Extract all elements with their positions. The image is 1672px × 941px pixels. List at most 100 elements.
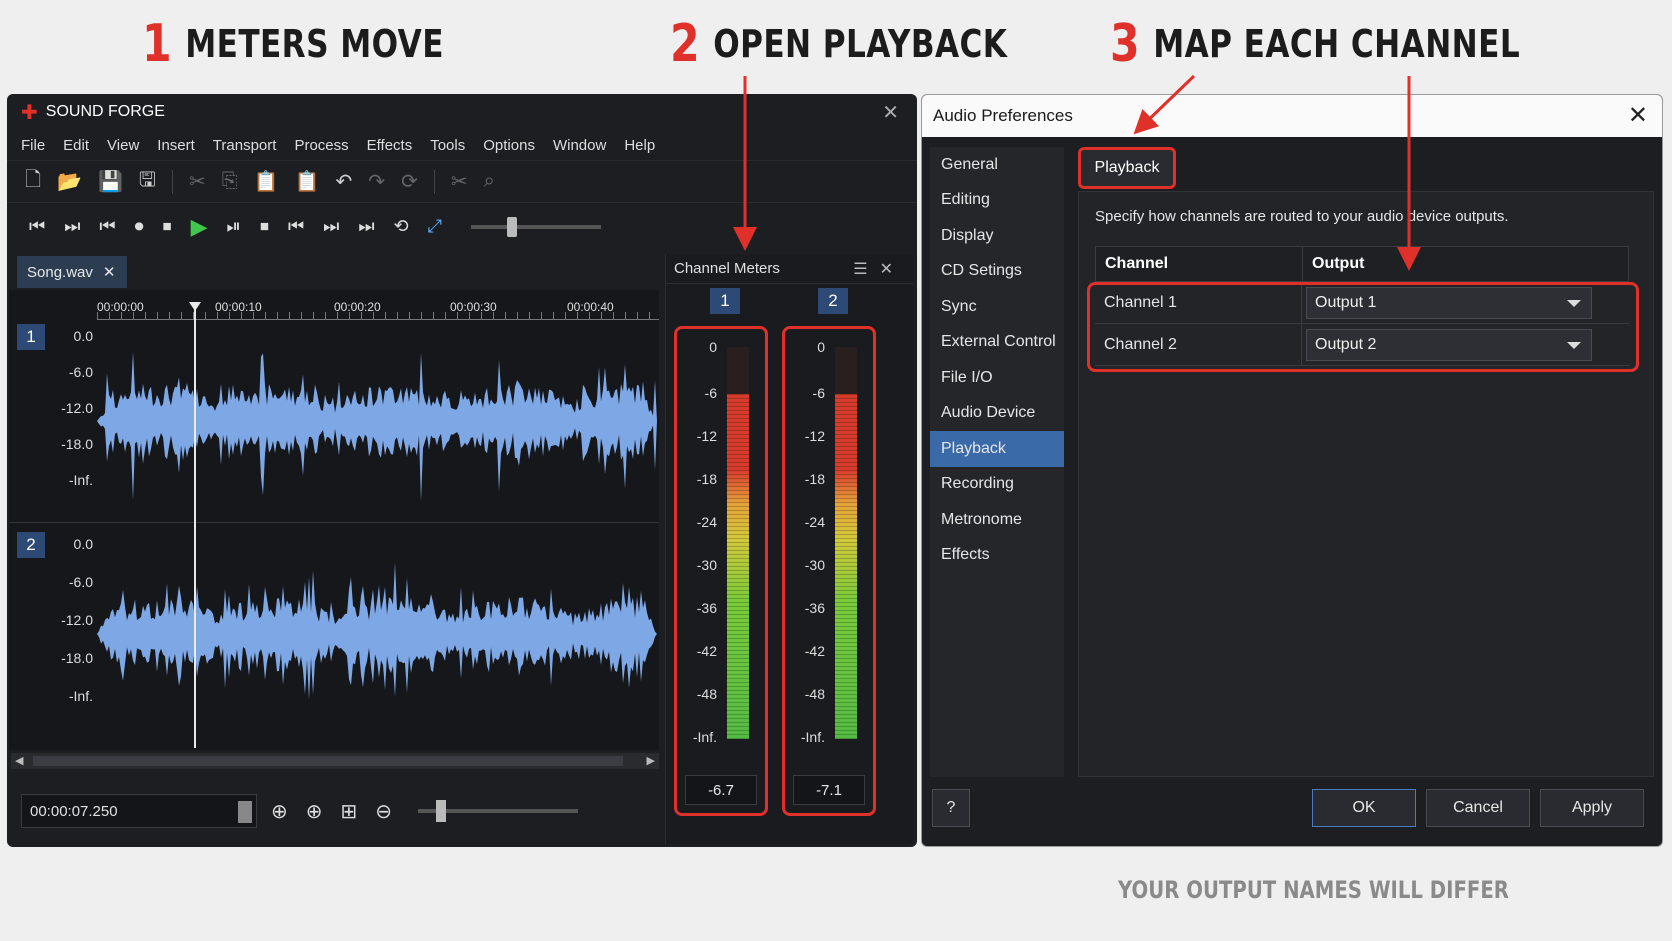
nav-item-cd-settings[interactable]: CD Setings xyxy=(930,254,1064,290)
help-button[interactable]: ? xyxy=(932,789,970,827)
playhead-cursor[interactable] xyxy=(194,308,196,748)
channel-1-track[interactable]: 1 0.0 -6.0 -12.0 -18.0 -Inf. xyxy=(9,320,659,520)
scroll-right-icon[interactable]: ▶ xyxy=(647,753,655,769)
nav-item-sync[interactable]: Sync xyxy=(930,289,1064,325)
callout-1-text: METERS MOVE xyxy=(185,22,444,66)
scale-label: -6 xyxy=(704,385,717,401)
paste-icon[interactable]: 📋 xyxy=(254,169,279,194)
callout-2-text: OPEN PLAYBACK xyxy=(713,22,1008,66)
scale-label: -12 xyxy=(804,428,825,444)
menu-transport[interactable]: Transport xyxy=(213,137,277,154)
repeat-icon[interactable]: ⟳ xyxy=(401,169,418,194)
menu-file[interactable]: File xyxy=(21,137,45,154)
menu-view[interactable]: View xyxy=(107,137,139,154)
zoom-in-icon[interactable]: ⊕ xyxy=(271,799,288,824)
find-icon[interactable]: ⌕ xyxy=(484,170,495,193)
db-label: -18.0 xyxy=(61,436,93,452)
nav-item-audio-device[interactable]: Audio Device xyxy=(930,396,1064,432)
waveform-view[interactable]: 00:00:00 00:00:10 00:00:20 00:00:30 00:0… xyxy=(9,290,659,750)
slider-knob[interactable] xyxy=(507,216,518,237)
sync-icon[interactable]: ⤢ xyxy=(428,216,442,237)
playback-rate-slider[interactable] xyxy=(471,216,602,237)
time-ruler: 00:00:00 00:00:10 00:00:20 00:00:30 00:0… xyxy=(97,290,659,320)
save-as-icon[interactable]: 🖫 xyxy=(139,165,156,199)
nav-item-general[interactable]: General xyxy=(930,147,1064,183)
previous-marker-icon[interactable]: ⏭ xyxy=(64,216,80,237)
zoom-selection-icon[interactable]: ⊕ xyxy=(306,799,323,824)
play-selection-icon[interactable]: ⏯ xyxy=(227,216,241,237)
save-icon[interactable]: 💾 xyxy=(98,169,123,194)
new-file-icon[interactable]: 🗋 xyxy=(25,165,41,199)
menu-tools[interactable]: Tools xyxy=(430,137,465,154)
scrollbar-thumb[interactable] xyxy=(33,756,623,766)
loop-icon[interactable]: ⟲ xyxy=(394,216,409,237)
close-panel-icon[interactable]: ✕ xyxy=(880,261,905,278)
rewind-icon[interactable]: ⏮ xyxy=(99,216,115,237)
ok-button[interactable]: OK xyxy=(1312,789,1416,827)
nav-item-metronome[interactable]: Metronome xyxy=(930,502,1064,538)
channel-2-track[interactable]: 2 0.0 -6.0 -12.0 -18.0 -Inf. xyxy=(9,528,659,728)
previous-icon[interactable]: ⏮ xyxy=(288,216,304,237)
preferences-nav: General Editing Display CD Setings Sync … xyxy=(930,147,1064,777)
menu-insert[interactable]: Insert xyxy=(157,137,195,154)
scale-label: -48 xyxy=(696,686,717,702)
nav-item-external-control[interactable]: External Control xyxy=(930,325,1064,361)
menu-help[interactable]: Help xyxy=(624,137,655,154)
meter-badge: 1 xyxy=(710,288,740,314)
menu-options[interactable]: Options xyxy=(483,137,535,154)
nav-item-recording[interactable]: Recording xyxy=(930,467,1064,503)
go-to-start-icon[interactable]: ⏮ xyxy=(29,216,45,237)
dialog-titlebar: Audio Preferences ✕ xyxy=(922,95,1662,137)
pause-icon[interactable]: ⏹ xyxy=(260,216,269,237)
zoom-slider-knob[interactable] xyxy=(436,800,447,822)
undo-icon[interactable]: ↶ xyxy=(336,169,353,194)
meter-1-highlight: 0 -6 -12 -18 -24 -30 -36 -42 -48 -Inf. -… xyxy=(674,326,768,816)
trim-icon[interactable]: ✂ xyxy=(451,169,468,194)
nav-item-editing[interactable]: Editing xyxy=(930,183,1064,219)
nav-item-playback[interactable]: Playback xyxy=(930,431,1064,467)
stop-icon[interactable]: ⏹ xyxy=(163,216,172,237)
soundforge-titlebar: ✚ SOUND FORGE ✕ xyxy=(7,94,917,130)
zoom-slider[interactable] xyxy=(418,800,579,822)
close-icon[interactable]: ✕ xyxy=(1628,101,1648,130)
horizontal-scrollbar[interactable]: ◀ ▶ xyxy=(11,753,659,769)
scale-label: -Inf. xyxy=(800,729,825,745)
footnote: YOUR OUTPUT NAMES WILL DIFFER xyxy=(1118,876,1509,904)
cut-icon[interactable]: ✂ xyxy=(189,169,206,194)
scroll-left-icon[interactable]: ◀ xyxy=(15,753,23,769)
time-spinner[interactable] xyxy=(238,801,252,823)
paste-special-icon[interactable]: 📋 xyxy=(295,169,320,194)
menu-icon[interactable]: ☰ xyxy=(853,261,879,278)
tab-playback[interactable]: Playback xyxy=(1078,147,1176,189)
nav-item-file-io[interactable]: File I/O xyxy=(930,360,1064,396)
channel-2-waveform xyxy=(97,562,657,700)
menu-edit[interactable]: Edit xyxy=(63,137,89,154)
redo-icon[interactable]: ↷ xyxy=(368,169,385,194)
next-icon[interactable]: ⏭ xyxy=(323,216,339,237)
channel-meters-panel: Channel Meters ☰✕ 1 2 0 -6 -12 -18 -24 -… xyxy=(665,254,913,844)
document-tab[interactable]: Song.wav ✕ xyxy=(17,256,127,288)
close-tab-icon[interactable]: ✕ xyxy=(103,263,116,281)
meter-2-highlight: 0 -6 -12 -18 -24 -30 -36 -42 -48 -Inf. -… xyxy=(782,326,876,816)
db-label: -6.0 xyxy=(68,574,93,590)
record-icon[interactable]: ⏺ xyxy=(135,216,144,237)
nav-item-display[interactable]: Display xyxy=(930,218,1064,254)
time-display[interactable]: 00:00:07.250 xyxy=(21,794,257,828)
scale-label: -6 xyxy=(812,385,825,401)
cancel-button[interactable]: Cancel xyxy=(1426,789,1530,827)
zoom-out-icon[interactable]: ⊖ xyxy=(375,799,392,824)
nav-item-effects[interactable]: Effects xyxy=(930,538,1064,574)
scale-label: -42 xyxy=(696,643,717,659)
menu-effects[interactable]: Effects xyxy=(367,137,413,154)
play-icon[interactable]: ▶ xyxy=(191,214,208,240)
close-icon[interactable]: ✕ xyxy=(882,100,899,125)
scale-label: -18 xyxy=(696,471,717,487)
menu-window[interactable]: Window xyxy=(553,137,606,154)
menu-process[interactable]: Process xyxy=(294,137,348,154)
zoom-toolbar: ⊕ ⊕ ⊞ ⊖ xyxy=(271,794,579,828)
go-to-end-icon[interactable]: ⏭ xyxy=(358,216,374,237)
copy-icon[interactable]: ⎘ xyxy=(222,170,238,193)
open-folder-icon[interactable]: 📂 xyxy=(57,169,82,194)
zoom-fit-icon[interactable]: ⊞ xyxy=(341,799,358,824)
apply-button[interactable]: Apply xyxy=(1540,789,1644,827)
